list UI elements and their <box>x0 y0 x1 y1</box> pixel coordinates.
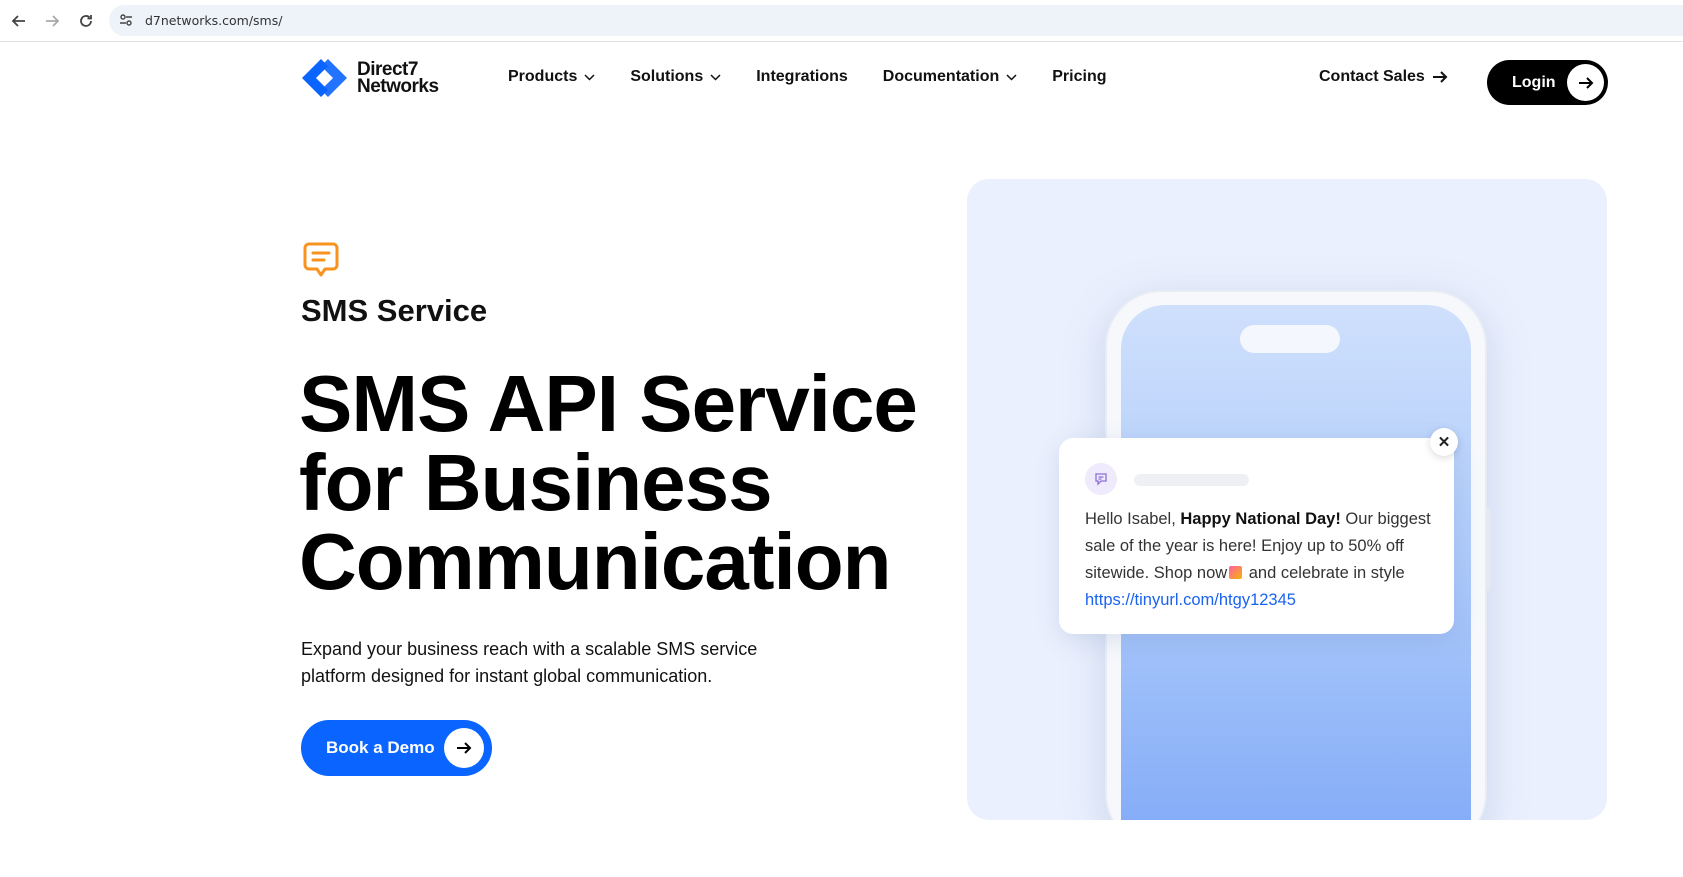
book-demo-button[interactable]: Book a Demo <box>301 720 492 776</box>
login-label: Login <box>1512 73 1556 91</box>
arrow-right-icon <box>1432 71 1448 83</box>
nav-products-label: Products <box>508 68 578 85</box>
chevron-down-icon <box>710 73 721 81</box>
contact-sales-link[interactable]: Contact Sales <box>1319 68 1448 86</box>
nav-pricing[interactable]: Pricing <box>1052 68 1106 86</box>
headline-line2: for Business <box>299 438 773 527</box>
login-button[interactable]: Login <box>1487 60 1608 105</box>
book-demo-label: Book a Demo <box>326 738 435 757</box>
logo-text: Direct7 Networks <box>357 60 439 97</box>
book-demo-arrow <box>444 728 484 768</box>
logo[interactable]: Direct7 Networks <box>300 57 439 99</box>
forward-arrow-icon[interactable] <box>42 11 62 31</box>
chat-bubble-icon <box>303 242 339 277</box>
nav-products[interactable]: Products <box>508 68 595 86</box>
chevron-down-icon <box>584 73 595 81</box>
hero-subtext: Expand your business reach with a scalab… <box>301 639 758 686</box>
site-header: Direct7 Networks Products Solutions Inte… <box>0 43 1683 111</box>
hero-illustration: Hello Isabel, Happy National Day! Our bi… <box>967 179 1607 820</box>
reload-icon[interactable] <box>76 11 96 31</box>
url-text[interactable]: d7networks.com/sms/ <box>145 13 282 28</box>
nav-solutions[interactable]: Solutions <box>630 68 721 86</box>
notif-link[interactable]: https://tinyurl.com/htgy12345 <box>1085 591 1296 609</box>
site-info-icon[interactable] <box>119 13 133 27</box>
phone-notch <box>1240 325 1340 353</box>
headline-line1: SMS API Service <box>299 359 918 448</box>
section-eyebrow: SMS Service <box>301 293 488 328</box>
close-icon[interactable]: ✕ <box>1430 428 1458 456</box>
address-bar[interactable]: d7networks.com/sms/ <box>109 5 1683 36</box>
notif-highlight: Happy National Day! <box>1180 510 1341 528</box>
nav-pricing-label: Pricing <box>1052 68 1107 85</box>
page-headline: SMS API Service for Business Communicati… <box>299 359 939 606</box>
back-arrow-icon[interactable] <box>9 11 29 31</box>
arrow-right-icon <box>1578 76 1593 89</box>
sender-placeholder <box>1134 474 1249 486</box>
nav-documentation[interactable]: Documentation <box>883 68 1017 86</box>
shopping-bags-icon <box>1229 566 1243 579</box>
logo-line2: Networks <box>357 76 439 97</box>
direct7-logo-icon <box>302 59 347 97</box>
notification-message: Hello Isabel, Happy National Day! Our bi… <box>1085 506 1440 614</box>
nav-solutions-label: Solutions <box>630 68 704 85</box>
nav-integrations[interactable]: Integrations <box>756 68 848 86</box>
phone-side-button <box>1487 507 1491 591</box>
headline-line3: Communication <box>299 517 891 606</box>
main-nav: Products Solutions Integrations Document… <box>508 43 1141 111</box>
chevron-down-icon <box>1006 73 1017 81</box>
message-icon <box>1085 463 1117 495</box>
browser-toolbar: d7networks.com/sms/ <box>0 0 1683 42</box>
notif-greeting: Hello Isabel, <box>1085 510 1181 528</box>
sms-notification-card: Hello Isabel, Happy National Day! Our bi… <box>1059 438 1454 634</box>
login-arrow <box>1567 64 1604 101</box>
nav-documentation-label: Documentation <box>882 68 1000 85</box>
arrow-right-icon <box>457 742 472 754</box>
contact-sales-label: Contact Sales <box>1319 68 1425 85</box>
nav-integrations-label: Integrations <box>756 68 848 85</box>
notif-body2: and celebrate in style <box>1244 564 1405 582</box>
